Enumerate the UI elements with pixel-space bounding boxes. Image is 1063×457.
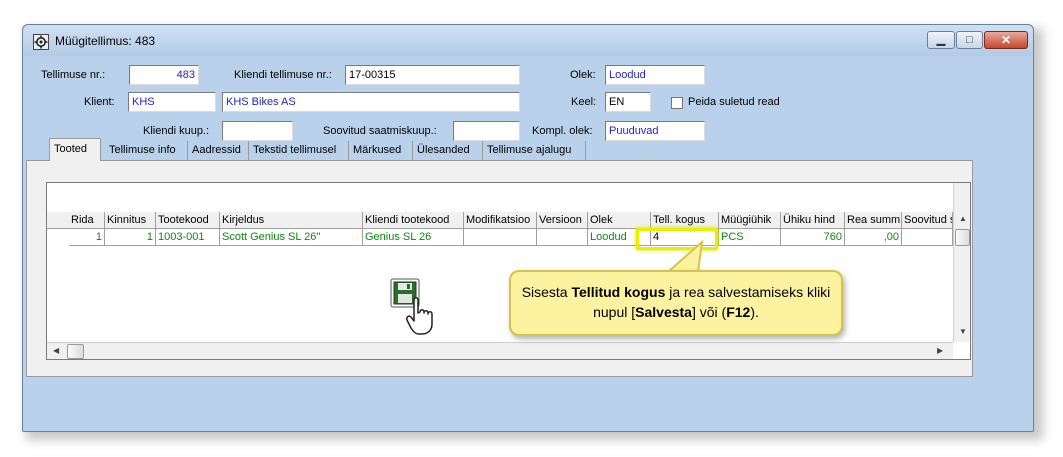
client-date-label: Kliendi kuup.:: [143, 125, 210, 137]
close-icon: ✕: [1000, 33, 1012, 47]
window-title: Müügitellimus: 483: [55, 34, 156, 48]
column-header[interactable]: Olek: [588, 212, 651, 229]
hide-closed-checkbox[interactable]: [671, 97, 683, 109]
client-order-label: Kliendi tellimuse nr.:: [234, 69, 332, 81]
client-date-field[interactable]: [222, 121, 293, 141]
callout-bold-f12: F12: [726, 304, 751, 320]
client-order-field[interactable]: 17-00315: [345, 65, 520, 85]
maximize-button[interactable]: □: [956, 31, 983, 49]
tab-ulesanded[interactable]: Ülesanded: [413, 141, 483, 160]
scroll-right-icon[interactable]: ▶: [937, 346, 943, 355]
row-cell-kirjeldus[interactable]: Scott Genius SL 26'': [220, 229, 363, 246]
ship-date-field[interactable]: [453, 121, 520, 141]
client-code-field[interactable]: KHS: [128, 92, 216, 112]
column-header[interactable]: Rea summ: [845, 212, 902, 229]
order-no-field[interactable]: 483: [129, 65, 199, 85]
row-cell-soovitud-saatmiskuup[interactable]: [902, 229, 953, 246]
horizontal-scroll-thumb[interactable]: [67, 344, 84, 359]
column-header[interactable]: Müügiühik: [719, 212, 781, 229]
client-label: Klient:: [84, 96, 115, 108]
row-cell-modifikatsioon[interactable]: [464, 229, 537, 246]
callout-bold-save: Salvesta: [635, 304, 692, 320]
column-header[interactable]: Ühiku hind: [781, 212, 845, 229]
row-cell-uhiku-hind[interactable]: 760: [781, 229, 845, 246]
compl-state-field[interactable]: Puuduvad: [605, 121, 705, 141]
callout-text: ).: [750, 304, 759, 320]
column-header[interactable]: Modifikatsioo: [464, 212, 537, 229]
vertical-scroll-thumb[interactable]: [955, 229, 970, 246]
callout-text: Sisesta: [521, 284, 572, 300]
row-cell-kliendi-tootekood[interactable]: Genius SL 26: [363, 229, 464, 246]
column-header[interactable]: Versioon: [537, 212, 588, 229]
row-cell-versioon[interactable]: [537, 229, 588, 246]
callout-bold-quantity: Tellitud kogus: [571, 284, 666, 300]
lang-label: Keel:: [571, 96, 597, 108]
column-header[interactable]: Tell. kogus: [651, 212, 719, 229]
scroll-down-icon[interactable]: ▼: [959, 327, 967, 336]
row-cell-kinnitus[interactable]: 1: [105, 229, 156, 246]
instruction-callout: Sisesta Tellitud kogus ja rea salvestami…: [509, 270, 843, 336]
tab-tellimuse-info[interactable]: Tellimuse info: [105, 141, 188, 160]
maximize-icon: □: [966, 34, 973, 46]
minimize-button[interactable]: ▁: [927, 31, 955, 49]
row-cell-rea-summa[interactable]: ,00: [845, 229, 902, 246]
compl-state-label: Kompl. olek:: [532, 125, 593, 137]
client-name-field[interactable]: KHS Bikes AS: [222, 92, 520, 112]
row-indicator-header: [47, 212, 69, 229]
scroll-up-icon[interactable]: ▲: [959, 214, 967, 223]
tab-tellimuse-ajalugu[interactable]: Tellimuse ajalugu: [483, 141, 586, 160]
close-button[interactable]: ✕: [984, 31, 1028, 49]
row-cell-muugiuhik[interactable]: PCS: [719, 229, 781, 246]
ship-date-label: Soovitud saatmiskuup.:: [323, 125, 437, 137]
tab-tooted[interactable]: Tooted: [49, 138, 101, 161]
column-header[interactable]: Kliendi tootekood: [363, 212, 464, 229]
horizontal-scrollbar[interactable]: ◀ ▶: [47, 342, 953, 359]
tab-markused[interactable]: Märkused: [349, 141, 413, 160]
row-cell-rida[interactable]: 1: [69, 229, 105, 246]
column-header[interactable]: Tootekood: [156, 212, 220, 229]
tab-aadressid[interactable]: Aadressid: [188, 141, 249, 160]
lang-field[interactable]: EN: [605, 92, 651, 112]
hand-cursor-icon: [406, 297, 433, 335]
vertical-scrollbar[interactable]: ▲ ▼: [953, 183, 970, 342]
order-no-label: Tellimuse nr.:: [41, 69, 106, 81]
column-header[interactable]: Kirjeldus: [220, 212, 363, 229]
app-icon: [33, 34, 49, 50]
column-header[interactable]: Soovitud saa: [902, 212, 953, 229]
column-header[interactable]: Rida: [69, 212, 105, 229]
state-field[interactable]: Loodud: [605, 65, 705, 85]
title-bar: Müügitellimus: 483 ▁ □ ✕: [23, 25, 1033, 56]
scroll-left-icon[interactable]: ◀: [53, 346, 59, 355]
row-cell-tootekood[interactable]: 1003-001: [156, 229, 220, 246]
minimize-icon: ▁: [936, 34, 946, 46]
state-label: Olek:: [570, 69, 596, 81]
callout-text: ] või (: [691, 304, 727, 320]
column-header[interactable]: Kinnitus: [105, 212, 156, 229]
tab-tekstid-tellimusel[interactable]: Tekstid tellimusel: [249, 141, 349, 160]
hide-closed-label: Peida suletud read: [688, 96, 780, 108]
